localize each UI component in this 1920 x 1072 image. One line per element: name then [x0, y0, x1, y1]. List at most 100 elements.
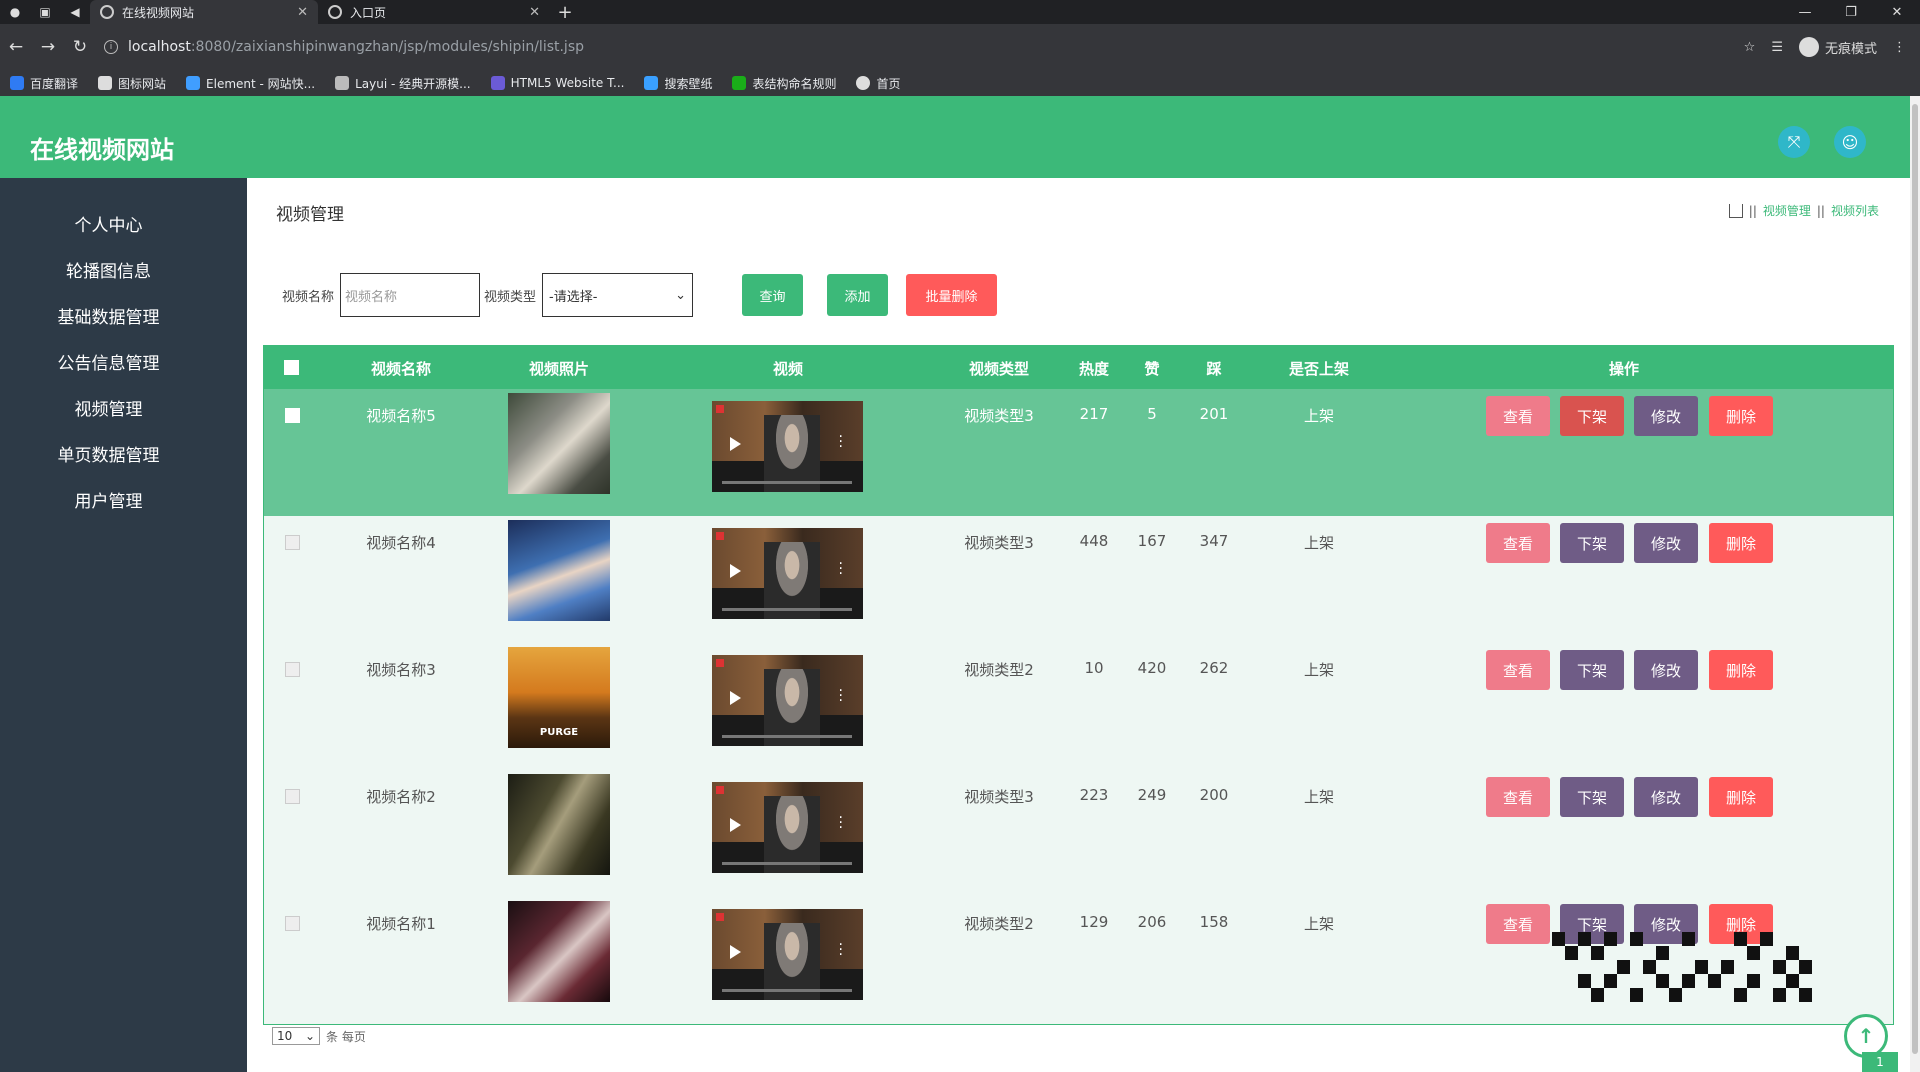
bookmark-item[interactable]: Element - 网站快...: [186, 75, 315, 92]
video-player[interactable]: · · ·: [712, 655, 863, 746]
table-row[interactable]: 视频名称2 · · · 视频类型3 223 249 200 上架 查看 下架 修改 …: [264, 770, 1893, 897]
search-button[interactable]: 查询: [742, 274, 803, 316]
progress-bar[interactable]: [722, 608, 852, 611]
off-shelf-button[interactable]: 下架: [1560, 396, 1624, 436]
user-avatar-icon[interactable]: ☺: [1834, 126, 1866, 158]
close-tab-icon[interactable]: ✕: [297, 5, 308, 20]
video-player[interactable]: · · ·: [712, 528, 863, 619]
bookmark-item[interactable]: 搜索壁纸: [644, 75, 712, 92]
play-icon[interactable]: [730, 564, 741, 578]
view-button[interactable]: 查看: [1486, 523, 1550, 563]
new-tab-icon[interactable]: +: [550, 0, 580, 24]
view-button[interactable]: 查看: [1486, 650, 1550, 690]
off-shelf-button[interactable]: 下架: [1560, 777, 1624, 817]
more-icon[interactable]: · · ·: [839, 684, 843, 708]
edit-button[interactable]: 修改: [1634, 396, 1698, 436]
page-scrollbar[interactable]: [1910, 96, 1920, 1072]
batch-delete-button[interactable]: 批量删除: [906, 274, 997, 316]
play-icon[interactable]: [730, 691, 741, 705]
add-button[interactable]: 添加: [827, 274, 888, 316]
video-player[interactable]: · · ·: [712, 401, 863, 492]
browser-app-icon[interactable]: ●: [0, 0, 30, 24]
progress-bar[interactable]: [722, 862, 852, 865]
scrollbar-thumb[interactable]: [1912, 104, 1918, 1054]
page-size-select[interactable]: 10 ⌄: [272, 1027, 320, 1045]
breadcrumb: || 视频管理 || 视频列表: [1728, 202, 1879, 219]
delete-button[interactable]: 删除: [1709, 777, 1773, 817]
incognito-indicator[interactable]: 无痕模式: [1798, 37, 1877, 57]
edit-button[interactable]: 修改: [1634, 650, 1698, 690]
sidebar-item-users[interactable]: 用户管理: [0, 487, 217, 512]
progress-bar[interactable]: [722, 735, 852, 738]
browser-tab-active[interactable]: 在线视频网站 ✕: [90, 0, 318, 24]
progress-bar[interactable]: [722, 989, 852, 992]
more-icon[interactable]: · · ·: [839, 557, 843, 581]
table-row[interactable]: 视频名称5 · · · 视频类型3 217 5 201 上架 查看 下架 修改 删除: [264, 389, 1893, 516]
bookmark-item[interactable]: HTML5 Website T...: [490, 76, 624, 90]
current-page-badge[interactable]: 1: [1862, 1052, 1898, 1072]
bookmark-item[interactable]: Layui - 经典开源模...: [335, 75, 471, 92]
play-icon[interactable]: [730, 945, 741, 959]
sidebar-item-single-page[interactable]: 单页数据管理: [0, 441, 217, 466]
delete-button[interactable]: 删除: [1709, 396, 1773, 436]
mute-icon[interactable]: ◀: [60, 0, 90, 24]
view-button[interactable]: 查看: [1486, 777, 1550, 817]
reading-list-icon[interactable]: ☰: [1771, 40, 1783, 55]
more-icon[interactable]: · · ·: [839, 811, 843, 835]
close-tab-icon[interactable]: ✕: [529, 5, 540, 20]
row-checkbox[interactable]: [285, 535, 300, 550]
sidebar-item-personal-center[interactable]: 个人中心: [0, 211, 217, 236]
site-info-icon[interactable]: i: [104, 40, 118, 54]
row-checkbox[interactable]: [285, 789, 300, 804]
table-row[interactable]: 视频名称3 PURGE · · · 视频类型2 10 420 262 上架 查看 下…: [264, 643, 1893, 770]
video-player[interactable]: · · ·: [712, 909, 863, 1000]
url-field[interactable]: i localhost:8080/zaixianshipinwangzhan/j…: [104, 31, 1744, 63]
row-checkbox[interactable]: [285, 662, 300, 677]
minimize-icon[interactable]: —: [1782, 0, 1828, 24]
row-checkbox[interactable]: [285, 408, 300, 423]
select-all-checkbox[interactable]: [284, 360, 299, 375]
pinned-tab-icon[interactable]: ▣: [30, 0, 60, 24]
bookmark-icon: [856, 76, 871, 90]
edit-button[interactable]: 修改: [1634, 777, 1698, 817]
back-icon[interactable]: ←: [0, 37, 32, 57]
sidebar-item-video-management[interactable]: 视频管理: [0, 395, 217, 420]
video-player[interactable]: · · ·: [712, 782, 863, 873]
bookmark-star-icon[interactable]: ☆: [1744, 40, 1756, 55]
bookmark-item[interactable]: 图标网站: [98, 75, 166, 92]
more-icon[interactable]: · · ·: [839, 938, 843, 962]
bookmark-item[interactable]: 表结构命名规则: [732, 75, 836, 92]
view-button[interactable]: 查看: [1486, 904, 1550, 944]
progress-bar[interactable]: [722, 481, 852, 484]
fullscreen-icon[interactable]: ⤧: [1778, 126, 1810, 158]
table-row[interactable]: 视频名称4 · · · 视频类型3 448 167 347 上架 查看 下架 修改 …: [264, 516, 1893, 643]
close-window-icon[interactable]: ✕: [1874, 0, 1920, 24]
column-header: 赞: [1144, 360, 1160, 378]
menu-icon[interactable]: ⋮: [1893, 40, 1906, 55]
video-type-select[interactable]: -请选择- ⌄: [542, 273, 694, 317]
reload-icon[interactable]: ↻: [64, 37, 96, 57]
url-host: localhost: [128, 39, 191, 55]
breadcrumb-item[interactable]: 视频管理: [1763, 202, 1811, 219]
video-name-input[interactable]: 视频名称: [340, 273, 481, 317]
bookmark-item[interactable]: 百度翻译: [10, 75, 78, 92]
browser-tab[interactable]: 入口页 ✕: [318, 0, 550, 24]
forward-icon[interactable]: →: [32, 37, 64, 57]
off-shelf-button[interactable]: 下架: [1560, 523, 1624, 563]
bookmark-item[interactable]: 首页: [856, 75, 901, 92]
sidebar-item-carousel[interactable]: 轮播图信息: [0, 257, 217, 282]
sidebar-item-basic-data[interactable]: 基础数据管理: [0, 303, 217, 328]
play-icon[interactable]: [730, 437, 741, 451]
restore-icon[interactable]: ❐: [1828, 0, 1874, 24]
view-button[interactable]: 查看: [1486, 396, 1550, 436]
play-icon[interactable]: [730, 818, 741, 832]
home-icon[interactable]: [1728, 203, 1743, 218]
sidebar-item-announcements[interactable]: 公告信息管理: [0, 349, 217, 374]
row-checkbox[interactable]: [285, 916, 300, 931]
more-icon[interactable]: · · ·: [839, 430, 843, 454]
delete-button[interactable]: 删除: [1709, 650, 1773, 690]
off-shelf-button[interactable]: 下架: [1560, 650, 1624, 690]
edit-button[interactable]: 修改: [1634, 523, 1698, 563]
delete-button[interactable]: 删除: [1709, 523, 1773, 563]
status-cell: 上架: [1303, 788, 1334, 806]
